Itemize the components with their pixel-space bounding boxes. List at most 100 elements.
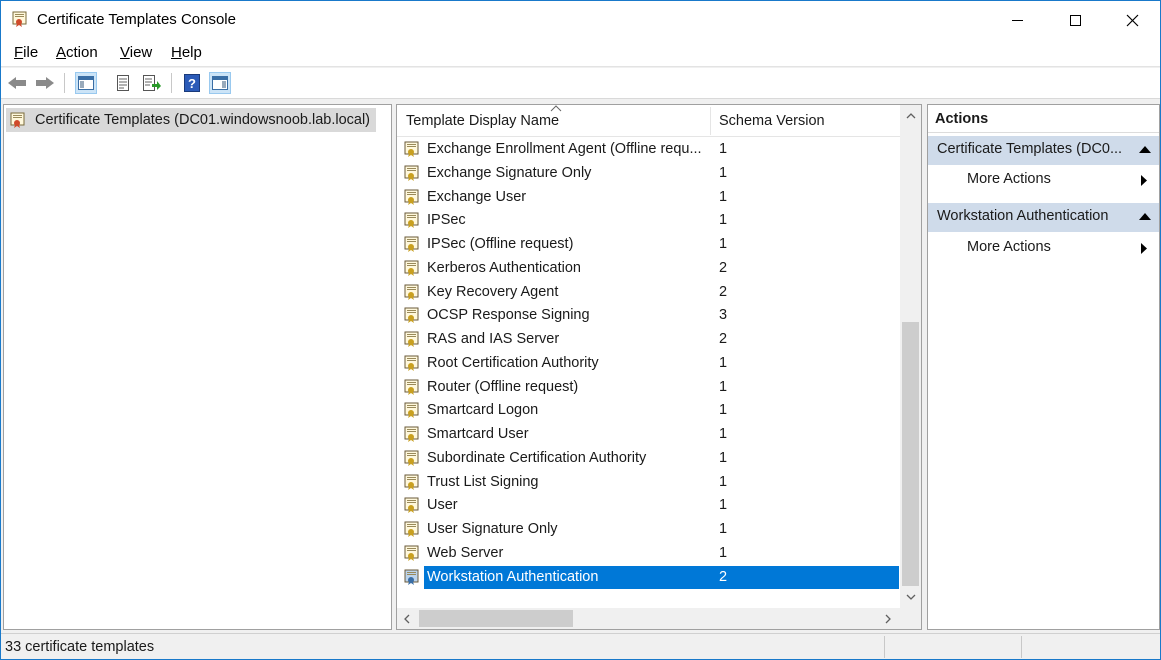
certificate-template-icon <box>404 379 421 400</box>
table-row[interactable]: Root Certification Authority 1 <box>401 352 898 375</box>
template-name: Workstation Authentication <box>427 568 599 585</box>
minimize-button[interactable] <box>988 1 1046 39</box>
tree-root-node[interactable]: Certificate Templates (DC01.windowsnoob.… <box>6 108 377 132</box>
certificate-template-icon <box>404 236 421 257</box>
help-icon: ? <box>184 74 200 92</box>
template-name: Kerberos Authentication <box>427 259 581 276</box>
schema-version: 1 <box>719 141 728 157</box>
certificate-template-icon <box>404 141 421 162</box>
back-button[interactable] <box>6 72 28 94</box>
properties-button[interactable] <box>112 72 134 94</box>
schema-version: 1 <box>719 354 728 371</box>
submenu-arrow-icon <box>1141 243 1147 254</box>
menu-help[interactable]: Help <box>171 44 202 61</box>
status-text: 33 certificate templates <box>5 639 155 655</box>
scroll-right-button[interactable] <box>878 608 898 629</box>
table-row[interactable]: RAS and IAS Server 2 <box>401 328 898 351</box>
toolbar-separator <box>64 73 65 93</box>
actions-section-workstation-authentication[interactable]: Workstation Authentication <box>928 203 1159 232</box>
schema-version: 2 <box>719 331 728 347</box>
table-row[interactable]: Smartcard User 1 <box>401 423 898 446</box>
column-header-schema-version[interactable]: Schema Version <box>719 113 825 129</box>
table-row[interactable]: Exchange Enrollment Agent (Offline requ.… <box>401 138 898 161</box>
schema-version: 1 <box>719 164 728 181</box>
certificate-template-icon <box>404 497 421 518</box>
export-list-button[interactable] <box>141 72 163 94</box>
certificate-template-icon <box>404 521 421 542</box>
schema-version: 1 <box>719 188 728 205</box>
schema-version: 1 <box>719 497 728 514</box>
collapse-up-icon <box>1139 146 1151 153</box>
table-row[interactable]: OCSP Response Signing 3 <box>401 304 898 327</box>
column-header-display-name[interactable]: Template Display Name <box>406 113 559 129</box>
console-tree-pane: Certificate Templates (DC01.windowsnoob.… <box>3 104 392 630</box>
certificate-template-icon <box>404 284 421 305</box>
template-name: Root Certification Authority <box>427 354 599 371</box>
table-row[interactable]: Web Server 1 <box>401 542 898 565</box>
window-title: Certificate Templates Console <box>37 11 236 28</box>
table-row[interactable]: IPSec 1 <box>401 209 898 232</box>
schema-version: 1 <box>719 426 728 442</box>
table-row[interactable]: User 1 <box>401 494 898 517</box>
actions-section-label: Workstation Authentication <box>937 208 1109 224</box>
schema-version: 1 <box>719 402 728 419</box>
template-name: User Signature Only <box>427 521 558 537</box>
console-window: Certificate Templates Console File Actio… <box>0 0 1161 660</box>
template-name: OCSP Response Signing <box>427 307 590 324</box>
table-row[interactable]: IPSec (Offline request) 1 <box>401 233 898 256</box>
table-row[interactable]: Trust List Signing 1 <box>401 471 898 494</box>
template-name: IPSec <box>427 212 466 229</box>
horizontal-scroll-thumb[interactable] <box>419 610 573 627</box>
actions-section-certificate-templates[interactable]: Certificate Templates (DC0... <box>928 136 1159 165</box>
menu-file[interactable]: File <box>14 44 38 61</box>
submenu-arrow-icon <box>1141 175 1147 186</box>
menu-view[interactable]: View <box>120 44 152 61</box>
certificate-template-icon <box>404 474 421 495</box>
table-row[interactable]: Kerberos Authentication 2 <box>401 257 898 280</box>
table-row[interactable]: Smartcard Logon 1 <box>401 399 898 422</box>
template-name: Key Recovery Agent <box>427 283 559 300</box>
menu-action[interactable]: Action <box>56 44 98 61</box>
template-name: Smartcard Logon <box>427 402 539 419</box>
maximize-icon <box>1069 14 1081 26</box>
forward-button[interactable] <box>34 72 56 94</box>
table-row[interactable]: Exchange User 1 <box>401 186 898 209</box>
horizontal-scrollbar[interactable] <box>397 608 900 629</box>
more-actions-label: More Actions <box>967 239 1051 255</box>
template-name: Web Server <box>427 544 504 561</box>
vertical-scrollbar[interactable] <box>900 105 921 608</box>
tree-root-label: Certificate Templates (DC01.windowsnoob.… <box>35 112 371 128</box>
scroll-left-button[interactable] <box>397 608 417 629</box>
vertical-scroll-thumb[interactable] <box>902 322 919 586</box>
show-hide-tree-button[interactable] <box>75 72 97 94</box>
more-actions-item[interactable]: More Actions <box>928 166 1159 194</box>
sort-ascending-icon <box>550 105 562 112</box>
more-actions-item[interactable]: More Actions <box>928 234 1159 262</box>
show-hide-action-pane-button[interactable] <box>209 72 231 94</box>
svg-text:?: ? <box>188 76 196 91</box>
scroll-down-button[interactable] <box>900 586 921 608</box>
certificate-template-icon <box>404 426 421 447</box>
maximize-button[interactable] <box>1046 1 1104 39</box>
certificate-template-icon <box>404 545 421 566</box>
certificate-template-icon <box>404 189 421 210</box>
back-icon <box>8 77 26 89</box>
scroll-up-button[interactable] <box>900 105 921 127</box>
certificate-template-icon <box>404 260 421 281</box>
table-row[interactable]: Exchange Signature Only 1 <box>401 162 898 185</box>
column-divider[interactable] <box>710 107 711 135</box>
collapse-up-icon <box>1139 213 1151 220</box>
table-row[interactable]: Workstation Authentication 2 <box>401 565 899 589</box>
status-divider <box>1021 636 1022 658</box>
certificate-template-icon <box>404 402 421 423</box>
close-button[interactable] <box>1103 1 1161 39</box>
table-row[interactable]: Subordinate Certification Authority 1 <box>401 447 898 470</box>
certificate-template-icon <box>404 307 421 328</box>
schema-version: 2 <box>719 568 728 585</box>
chevron-up-icon <box>906 113 915 119</box>
table-row[interactable]: Router (Offline request) 1 <box>401 376 898 399</box>
help-button[interactable]: ? <box>181 72 203 94</box>
title-bar: Certificate Templates Console <box>1 1 1160 39</box>
table-row[interactable]: User Signature Only 1 <box>401 518 898 541</box>
table-row[interactable]: Key Recovery Agent 2 <box>401 281 898 304</box>
